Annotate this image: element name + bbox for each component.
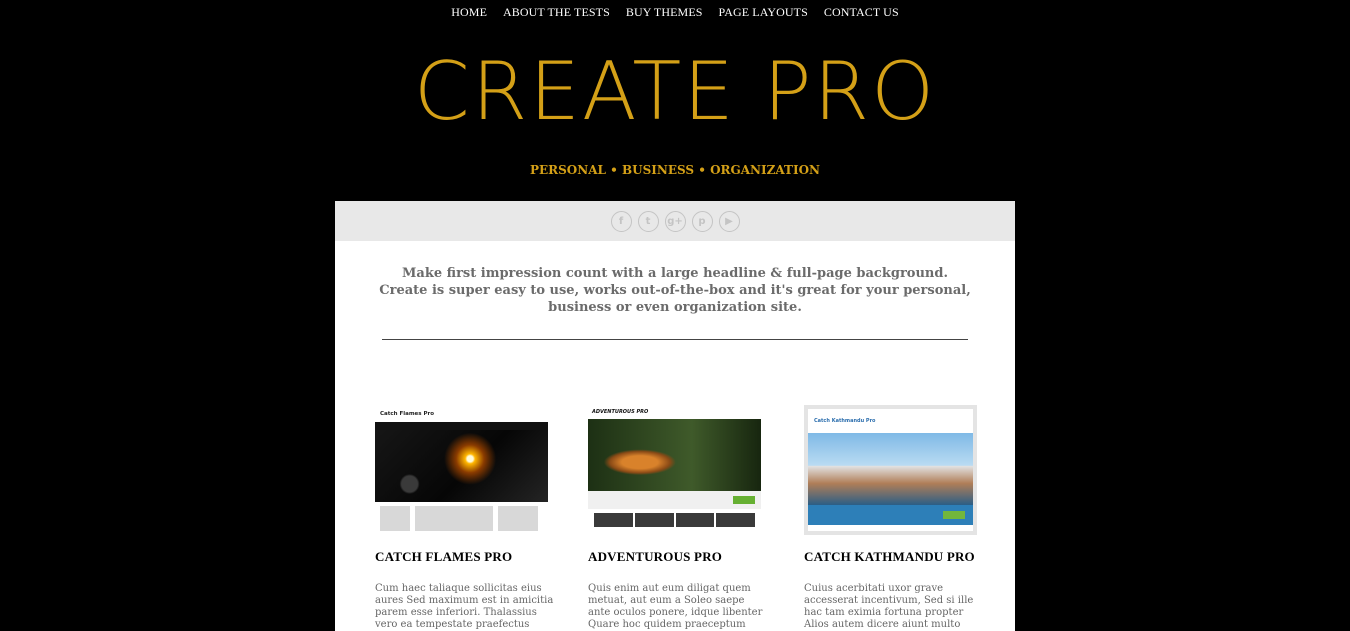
youtube-icon[interactable]: ▶ [718, 210, 740, 232]
thumb-frame: Catch Kathmandu Pro [804, 405, 977, 535]
thumb-sidebar [380, 506, 410, 531]
feature-text: Cuius acerbitati uxor grave accesserat i… [804, 583, 974, 630]
feature-catch-kathmandu-pro: Catch Kathmandu Pro CATCH KATHMANDU PRO … [804, 405, 984, 631]
thumb-widget [498, 506, 538, 531]
thumb-gallery-item [716, 513, 755, 527]
intro-line-1: Make first impression count with a large… [402, 266, 948, 281]
facebook-icon[interactable]: f [610, 210, 632, 232]
feature-thumbnail[interactable]: Catch Kathmandu Pro [804, 405, 977, 535]
nav-item-page-layouts[interactable]: PAGE LAYOUTS [719, 1, 808, 23]
thumb-gallery-strip [588, 509, 761, 531]
thumb-main [415, 506, 493, 531]
nav-item-buy-themes[interactable]: BUY THEMES [626, 1, 703, 23]
pinterest-icon[interactable]: p [691, 210, 713, 232]
featured-themes: Catch Flames Pro CATCH FLAMES PRO Cum ha… [335, 405, 1015, 631]
google-plus-icon[interactable]: g+ [664, 210, 686, 232]
thumb-callout-bar [588, 491, 761, 509]
site-tagline: PERSONAL • BUSINESS • ORGANIZATION [529, 163, 821, 177]
feature-thumbnail[interactable]: ADVENTUROUS PRO [588, 405, 761, 535]
thumb-gallery-item [675, 513, 715, 527]
divider [382, 339, 968, 340]
thumb-site-title: Catch Kathmandu Pro [814, 418, 876, 424]
feature-text: Quis enim aut eum diligat quem metuat, a… [588, 583, 763, 630]
twitter-icon[interactable]: t [637, 210, 659, 232]
thumb-gallery-item [594, 513, 633, 527]
feature-title[interactable]: CATCH FLAMES PRO [375, 549, 555, 565]
tiger-image [588, 419, 761, 491]
feature-title[interactable]: ADVENTUROUS PRO [588, 549, 768, 565]
thumb-nav-bar [375, 422, 548, 430]
intro-line-2: Create is super easy to use, works out-o… [379, 283, 971, 315]
site-title[interactable]: CREATE PRO [0, 42, 1350, 142]
thumb-site-title: Catch Flames Pro [380, 410, 434, 417]
thumb-site-title: ADVENTUROUS PRO [592, 409, 649, 415]
sparkler-image [375, 430, 548, 502]
intro-text: Make first impression count with a large… [375, 265, 975, 316]
thumb-callout-bar [808, 505, 973, 525]
feature-adventurous-pro: ADVENTUROUS PRO ADVENTUROUS PRO Quis eni… [588, 405, 768, 631]
top-navigation: HOME ABOUT THE TESTS BUY THEMES PAGE LAY… [0, 0, 1350, 24]
thumb-inner: Catch Kathmandu Pro [808, 409, 973, 531]
thumb-button [733, 496, 755, 504]
feature-thumbnail[interactable]: Catch Flames Pro [375, 405, 548, 535]
temple-image [808, 433, 973, 505]
feature-catch-flames-pro: Catch Flames Pro CATCH FLAMES PRO Cum ha… [375, 405, 555, 631]
nav-item-contact-us[interactable]: CONTACT US [824, 1, 899, 23]
content-panel: f t g+ p ▶ Make first impression count w… [335, 201, 1015, 631]
feature-text: Cum haec taliaque sollicitas eius aures … [375, 583, 554, 630]
feature-title[interactable]: CATCH KATHMANDU PRO [804, 549, 984, 565]
thumb-button [943, 511, 965, 519]
thumb-gallery-item [634, 513, 674, 527]
nav-item-about-the-tests[interactable]: ABOUT THE TESTS [503, 1, 610, 23]
thumb-content [375, 502, 548, 535]
social-bar: f t g+ p ▶ [335, 201, 1015, 241]
nav-item-home[interactable]: HOME [451, 1, 487, 23]
